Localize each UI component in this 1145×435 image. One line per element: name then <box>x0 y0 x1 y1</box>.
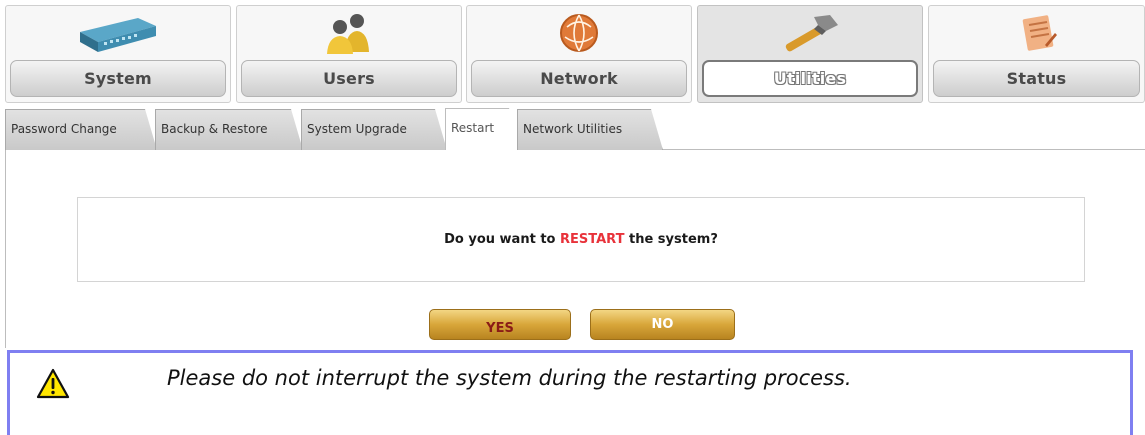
users-icon <box>237 8 461 58</box>
nav-network[interactable]: Network <box>466 5 692 103</box>
nav-system[interactable]: System <box>5 5 231 103</box>
warning-icon <box>36 368 70 400</box>
utilities-tabs: Password Change Backup & Restore System … <box>5 106 1145 150</box>
confirm-highlight: RESTART <box>560 232 625 247</box>
tab-restart-label: Restart <box>451 121 495 135</box>
tab-system-upgrade-label: System Upgrade <box>307 122 407 136</box>
tab-system-upgrade[interactable]: System Upgrade <box>301 109 447 150</box>
tab-backup-restore-label: Backup & Restore <box>161 122 268 136</box>
nav-users[interactable]: Users <box>236 5 462 103</box>
nav-network-label: Network <box>471 60 687 97</box>
note-text: Please do not interrupt the system durin… <box>167 366 852 390</box>
tab-network-utilities[interactable]: Network Utilities <box>517 109 663 150</box>
nav-system-label: System <box>10 60 226 97</box>
tab-network-utilities-label: Network Utilities <box>523 122 623 136</box>
network-globe-icon <box>467 8 691 58</box>
tab-password-change-label: Password Change <box>11 122 117 136</box>
restart-confirm-box: Do you want to RESTART the system? <box>77 197 1085 282</box>
confirm-suffix: the system? <box>629 232 718 247</box>
no-button-label: NO <box>651 317 674 332</box>
no-button[interactable]: NO <box>590 309 735 340</box>
tab-restart[interactable]: Restart <box>445 108 521 150</box>
yes-button[interactable]: YES <box>429 309 571 340</box>
nav-status[interactable]: Status <box>928 5 1145 103</box>
nav-status-label: Status <box>933 60 1140 97</box>
tab-backup-restore[interactable]: Backup & Restore <box>155 109 303 150</box>
nav-users-label: Users <box>241 60 457 97</box>
yes-button-label: YES <box>486 321 514 336</box>
restart-note: Please do not interrupt the system durin… <box>7 350 1133 435</box>
nav-utilities[interactable]: Utilities <box>697 5 923 103</box>
tab-password-change[interactable]: Password Change <box>5 109 157 150</box>
nav-utilities-label: Utilities <box>702 60 918 97</box>
hammer-icon <box>698 8 922 58</box>
main-nav: System Users Network Utilities Status <box>5 5 1145 103</box>
content-border <box>5 150 6 348</box>
router-icon <box>6 8 230 58</box>
confirm-prefix: Do you want to <box>444 232 556 247</box>
notepad-icon <box>929 8 1144 58</box>
